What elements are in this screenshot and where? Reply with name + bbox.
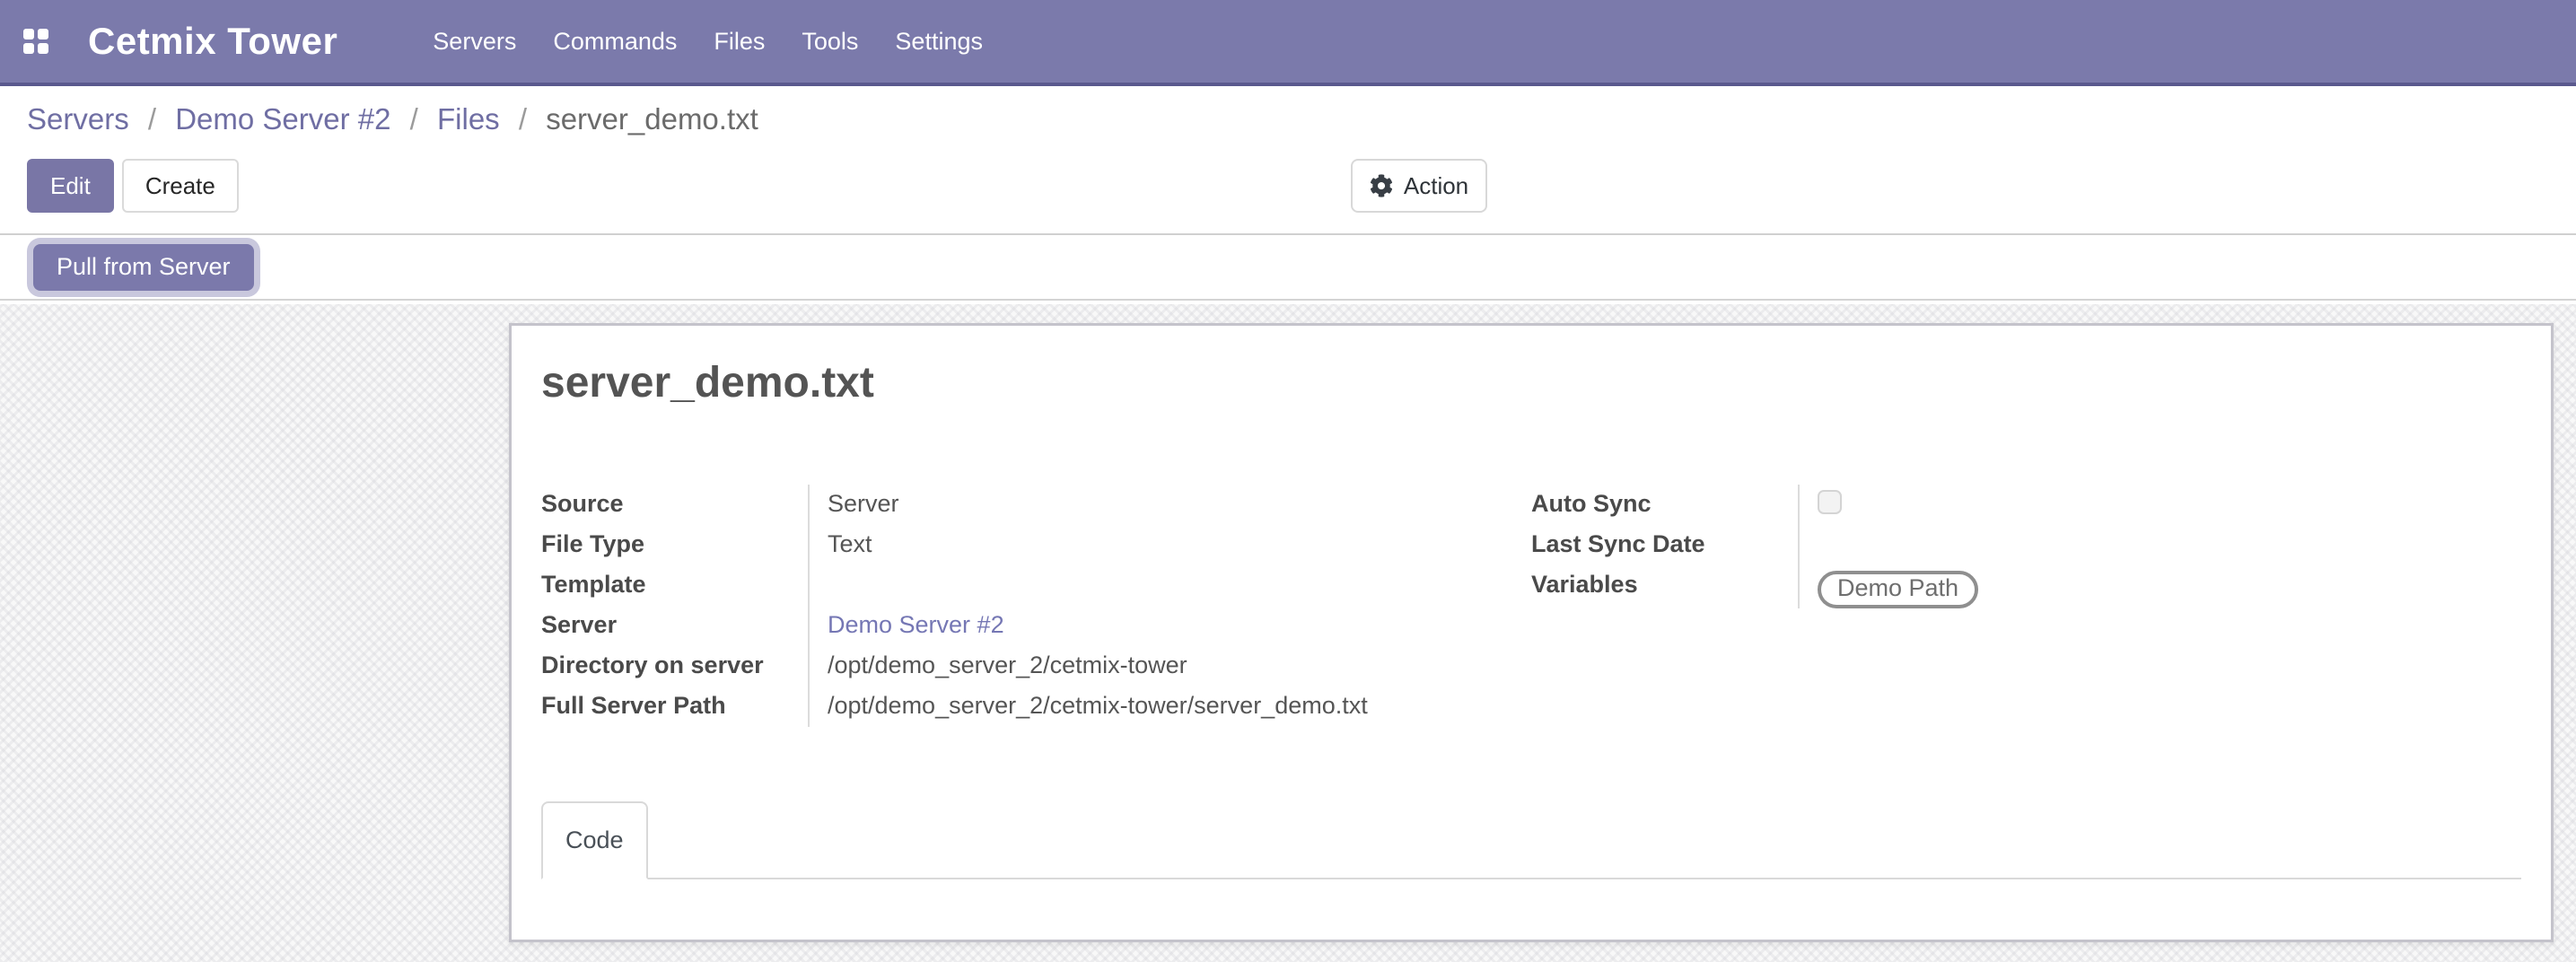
field-label-directory-on-server: Directory on server <box>541 646 808 687</box>
pull-from-server-button[interactable]: Pull from Server <box>33 244 254 291</box>
tab-code[interactable]: Code <box>541 801 648 879</box>
action-button[interactable]: Action <box>1351 159 1487 213</box>
field-value-file-type: Text <box>808 525 1531 565</box>
field-label-full-server-path: Full Server Path <box>541 687 808 727</box>
breadcrumb-demo-server-2[interactable]: Demo Server #2 <box>175 102 390 136</box>
auto-sync-checkbox[interactable] <box>1818 490 1842 514</box>
content-area: server_demo.txt Source Server File Type … <box>0 304 2576 962</box>
field-value-source: Server <box>808 485 1531 525</box>
statusbar: Pull from Server <box>0 235 2576 301</box>
toolbar: Edit Create Action <box>27 159 2549 213</box>
field-value-full-server-path: /opt/demo_server_2/cetmix-tower/server_d… <box>808 687 1531 727</box>
apps-grid-square <box>38 43 48 54</box>
apps-grid-square <box>38 29 48 39</box>
field-label-variables: Variables <box>1531 565 1798 608</box>
menu-settings[interactable]: Settings <box>895 28 983 56</box>
breadcrumb-separator: / <box>410 102 418 136</box>
breadcrumb-current: server_demo.txt <box>546 102 758 136</box>
control-panel: Servers / Demo Server #2 / Files / serve… <box>0 86 2576 235</box>
right-field-group: Auto Sync Last Sync Date Variables Demo … <box>1531 485 2521 727</box>
field-value-last-sync-date <box>1798 525 2521 565</box>
breadcrumb: Servers / Demo Server #2 / Files / serve… <box>27 102 2549 136</box>
field-label-auto-sync: Auto Sync <box>1531 485 1798 525</box>
menu-commands[interactable]: Commands <box>553 28 677 56</box>
menu-tools[interactable]: Tools <box>802 28 858 56</box>
breadcrumb-files[interactable]: Files <box>437 102 500 136</box>
field-label-template: Template <box>541 565 808 606</box>
create-button[interactable]: Create <box>122 159 239 213</box>
record-title: server_demo.txt <box>541 358 2521 408</box>
apps-grid-square <box>23 29 34 39</box>
field-groups: Source Server File Type Text Template Se… <box>541 485 2521 727</box>
field-value-server: Demo Server #2 <box>808 606 1531 646</box>
menu-files[interactable]: Files <box>714 28 765 56</box>
main-menu: Servers Commands Files Tools Settings <box>433 28 983 56</box>
apps-grid-square <box>23 43 34 54</box>
edit-button[interactable]: Edit <box>27 159 114 213</box>
notebook-tabs: Code <box>541 801 2521 879</box>
left-field-group: Source Server File Type Text Template Se… <box>541 485 1531 727</box>
app-brand[interactable]: Cetmix Tower <box>88 20 337 63</box>
form-sheet: server_demo.txt Source Server File Type … <box>509 323 2554 942</box>
menu-servers[interactable]: Servers <box>433 28 516 56</box>
action-button-label: Action <box>1404 172 1468 200</box>
field-label-last-sync-date: Last Sync Date <box>1531 525 1798 565</box>
variable-tag-demo-path[interactable]: Demo Path <box>1818 571 1978 608</box>
breadcrumb-separator: / <box>519 102 527 136</box>
gear-icon <box>1370 174 1393 197</box>
field-value-directory-on-server: /opt/demo_server_2/cetmix-tower <box>808 646 1531 687</box>
apps-grid-icon[interactable] <box>23 29 48 54</box>
field-value-variables: Demo Path <box>1798 565 2521 608</box>
server-link[interactable]: Demo Server #2 <box>828 611 1004 638</box>
field-label-server: Server <box>541 606 808 646</box>
field-label-file-type: File Type <box>541 525 808 565</box>
field-value-template <box>808 565 1531 606</box>
field-value-auto-sync <box>1798 485 2521 525</box>
field-label-source: Source <box>541 485 808 525</box>
breadcrumb-separator: / <box>148 102 156 136</box>
top-navbar: Cetmix Tower Servers Commands Files Tool… <box>0 0 2576 86</box>
breadcrumb-servers[interactable]: Servers <box>27 102 129 136</box>
